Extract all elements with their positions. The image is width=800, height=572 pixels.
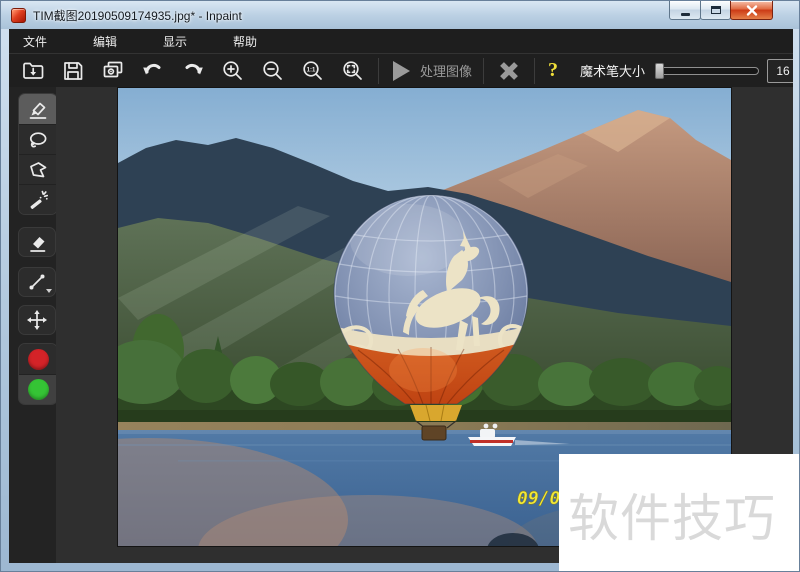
line-tool-button[interactable] [18, 267, 56, 297]
move-icon [27, 310, 47, 330]
slider-track[interactable] [655, 66, 760, 75]
marker-color-red-button[interactable] [19, 344, 57, 374]
eraser-icon [30, 237, 46, 252]
tool-sidebar [9, 87, 58, 563]
toolbar-separator [378, 57, 379, 84]
magic-pen-size-label: 魔术笔大小 [580, 64, 646, 79]
marker-color-green-button[interactable] [19, 374, 57, 404]
open-image-button[interactable] [15, 56, 51, 86]
menu-view[interactable]: 显示 [149, 33, 219, 50]
maximize-icon [710, 6, 721, 14]
process-image-button[interactable]: 处理图像 [384, 56, 478, 86]
process-image-icon [393, 60, 410, 81]
svg-text:1:1: 1:1 [307, 67, 316, 73]
close-icon [746, 4, 757, 16]
magic-pen-size-slider[interactable] [655, 62, 760, 80]
redo-button[interactable] [175, 56, 211, 86]
toolbar-separator [483, 57, 485, 84]
selection-tool-group [18, 93, 58, 215]
green-color-icon [27, 379, 49, 400]
menu-help[interactable]: 帮助 [219, 33, 289, 50]
zoom-out-button[interactable] [255, 56, 291, 86]
zoom-out-icon [263, 60, 282, 80]
toolbar-separator [534, 57, 536, 84]
toolbar: 1:1 处理图像 ? 魔术笔大小 16 [9, 53, 793, 87]
show-original-button[interactable] [95, 56, 131, 86]
zoom-actual-button[interactable]: 1:1 [295, 56, 331, 86]
line-icon [29, 274, 45, 290]
titlebar: TIM截图20190509174935.jpg* - Inpaint [1, 1, 799, 29]
maximize-button[interactable] [700, 1, 731, 20]
polygon-lasso-tool-button[interactable] [19, 154, 57, 184]
help-icon: ? [548, 59, 559, 81]
undo-icon [143, 63, 161, 74]
inpaint-window: TIM截图20190509174935.jpg* - Inpaint 文件 编辑… [0, 0, 800, 572]
minimize-icon [680, 12, 690, 16]
process-image-label: 处理图像 [420, 64, 473, 79]
magic-wand-icon [30, 190, 49, 209]
menu-file[interactable]: 文件 [9, 33, 79, 50]
magic-pen-size-input[interactable]: 16 [767, 58, 793, 83]
marker-color-group [18, 343, 58, 405]
cancel-icon [500, 61, 518, 80]
minimize-button[interactable] [669, 1, 701, 20]
save-button[interactable] [55, 56, 91, 86]
line-tool-dropdown-icon[interactable] [46, 289, 52, 293]
app-icon [11, 7, 26, 23]
open-image-icon [23, 62, 44, 79]
magic-wand-tool-button[interactable] [19, 184, 57, 214]
window-title: TIM截图20190509174935.jpg* - Inpaint [33, 8, 242, 23]
slider-handle[interactable] [655, 62, 665, 79]
lasso-icon [29, 131, 47, 147]
lasso-tool-button[interactable] [19, 124, 57, 154]
move-tool-button[interactable] [18, 305, 56, 335]
show-original-icon [103, 61, 123, 77]
redo-icon [185, 63, 203, 74]
zoom-in-icon [223, 60, 242, 80]
menubar: 文件 编辑 显示 帮助 [9, 29, 793, 53]
menu-edit[interactable]: 编辑 [79, 33, 149, 50]
save-icon [64, 61, 83, 80]
help-button[interactable]: ? [540, 57, 566, 85]
cancel-button[interactable] [491, 56, 527, 86]
zoom-fit-icon [343, 60, 362, 80]
zoom-in-button[interactable] [215, 56, 251, 86]
watermark-text: 软件技巧 [568, 489, 777, 547]
red-color-icon [27, 348, 49, 370]
photo-date-stamp: 09/0 [517, 488, 561, 509]
zoom-actual-icon: 1:1 [303, 60, 322, 80]
marker-tool-button[interactable] [19, 94, 57, 124]
close-button[interactable] [730, 1, 773, 20]
marker-icon [29, 102, 47, 119]
undo-button[interactable] [135, 56, 171, 86]
eraser-tool-button[interactable] [18, 227, 56, 257]
zoom-fit-button[interactable] [335, 56, 371, 86]
polygon-lasso-icon [30, 161, 47, 177]
watermark-box: 软件技巧 [559, 454, 799, 571]
